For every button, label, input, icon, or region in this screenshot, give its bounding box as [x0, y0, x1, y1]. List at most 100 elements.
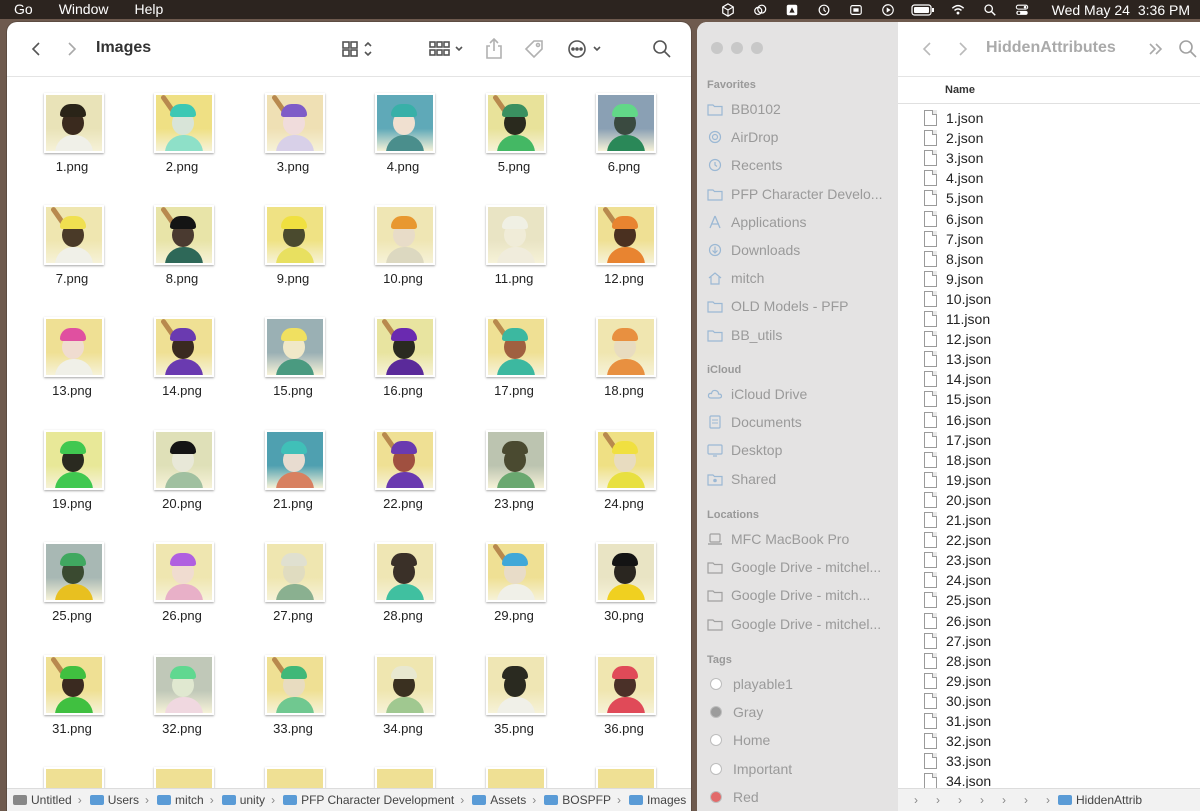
menu-go[interactable]: Go [0, 0, 45, 19]
list-item[interactable]: 34.json [924, 771, 991, 788]
file-tile[interactable]: 1.png [17, 77, 127, 189]
file-tile[interactable]: 20.png [127, 414, 237, 526]
file-tile[interactable]: 21.png [238, 414, 348, 526]
sidebar-item[interactable]: Important [707, 758, 892, 780]
list-item[interactable]: 4.json [924, 168, 983, 188]
path-crumb[interactable]: BOSPFP [538, 793, 611, 807]
list-item[interactable]: 33.json [924, 751, 991, 771]
menu-window[interactable]: Window [45, 0, 121, 19]
file-tile[interactable]: 30.png [569, 526, 679, 638]
list-item[interactable]: 3.json [924, 148, 983, 168]
column-header-name[interactable]: Name [898, 77, 1200, 104]
file-tile[interactable]: 23.png [459, 414, 569, 526]
path-crumb[interactable]: mitch [151, 793, 204, 807]
file-tile[interactable]: 9.png [238, 189, 348, 301]
list-item[interactable]: 12.json [924, 329, 991, 349]
play-icon[interactable] [878, 2, 898, 18]
file-tile[interactable]: 6.png [569, 77, 679, 189]
file-tile[interactable]: 28.png [348, 526, 458, 638]
sidebar-item[interactable]: Shared [707, 468, 892, 490]
file-tile[interactable]: 19.png [17, 414, 127, 526]
list-item[interactable]: 30.json [924, 691, 991, 711]
image-thumbnail-partial[interactable] [375, 767, 435, 789]
file-tile[interactable]: 33.png [238, 639, 348, 751]
menu-help[interactable]: Help [120, 0, 175, 19]
list-item[interactable]: 24.json [924, 570, 991, 590]
forward-arrow-icon[interactable] [954, 36, 972, 62]
file-tile[interactable]: 12.png [569, 189, 679, 301]
menu-bar-clock[interactable]: Wed May 24 3:36 PM [1048, 2, 1190, 18]
file-tile[interactable]: 14.png [127, 301, 237, 413]
file-tile[interactable]: 8.png [127, 189, 237, 301]
file-tile[interactable]: 5.png [459, 77, 569, 189]
list-item[interactable]: 31.json [924, 711, 991, 731]
image-thumbnail-partial[interactable] [596, 767, 656, 789]
sidebar-item[interactable]: Google Drive - mitchel... [707, 556, 892, 578]
more-actions-icon[interactable] [565, 36, 605, 62]
list-item[interactable]: 20.json [924, 490, 991, 510]
file-tile[interactable]: 15.png [238, 301, 348, 413]
image-thumbnail-partial[interactable] [154, 767, 214, 789]
sidebar-item[interactable]: Applications [707, 211, 892, 233]
view-grid-icon[interactable] [340, 36, 376, 62]
sidebar-item[interactable]: BB0102 [707, 98, 892, 120]
image-thumbnail-partial[interactable] [44, 767, 104, 789]
battery-icon[interactable] [910, 2, 936, 18]
list-item[interactable]: 18.json [924, 450, 991, 470]
file-tile[interactable]: 17.png [459, 301, 569, 413]
forward-arrow-icon[interactable] [63, 36, 81, 62]
toolbar-overflow-icon[interactable] [1148, 36, 1164, 62]
path-crumb[interactable]: Assets [466, 793, 526, 807]
file-tile[interactable]: 11.png [459, 189, 569, 301]
path-crumb[interactable]: Images [623, 793, 686, 807]
search-icon[interactable] [652, 36, 672, 62]
file-tile[interactable]: 18.png [569, 301, 679, 413]
file-tile[interactable]: 7.png [17, 189, 127, 301]
list-item[interactable]: 15.json [924, 389, 991, 409]
drive-icon[interactable] [782, 2, 802, 18]
path-crumb[interactable]: PFP Character Development [277, 793, 454, 807]
sidebar-item[interactable]: mitch [707, 267, 892, 289]
sidebar-item[interactable]: Recents [707, 154, 892, 176]
sidebar-item[interactable]: Gray [707, 701, 892, 723]
list-item[interactable]: 1.json [924, 108, 983, 128]
list-item[interactable]: 2.json [924, 128, 983, 148]
path-crumb[interactable]: HiddenAttrib [1052, 793, 1142, 807]
path-crumb[interactable]: Users [84, 793, 139, 807]
file-tile[interactable]: 3.png [238, 77, 348, 189]
list-item[interactable]: 32.json [924, 731, 991, 751]
list-item[interactable]: 17.json [924, 430, 991, 450]
sidebar-item[interactable]: playable1 [707, 673, 892, 695]
sidebar-item[interactable]: iCloud Drive [707, 383, 892, 405]
sidebar-item[interactable]: Google Drive - mitchel... [707, 613, 892, 635]
creative-cloud-icon[interactable] [750, 2, 770, 18]
search-icon[interactable] [1178, 36, 1198, 62]
list-item[interactable]: 19.json [924, 470, 991, 490]
list-item[interactable]: 11.json [924, 309, 990, 329]
sidebar-item[interactable]: AirDrop [707, 126, 892, 148]
list-item[interactable]: 21.json [924, 510, 991, 530]
wifi-icon[interactable] [948, 2, 968, 18]
tag-icon[interactable] [522, 36, 546, 62]
list-item[interactable]: 5.json [924, 188, 983, 208]
back-arrow-icon[interactable] [918, 36, 936, 62]
file-tile[interactable]: 27.png [238, 526, 348, 638]
back-arrow-icon[interactable] [27, 36, 45, 62]
file-tile[interactable]: 24.png [569, 414, 679, 526]
sidebar-item[interactable]: BB_utils [707, 324, 892, 346]
spotlight-search-icon[interactable] [980, 2, 1000, 18]
minimize-window-button[interactable] [731, 42, 743, 54]
file-tile[interactable]: 10.png [348, 189, 458, 301]
sidebar-item[interactable]: Red [707, 786, 892, 808]
sidebar-item[interactable]: Downloads [707, 239, 892, 261]
list-item[interactable]: 10.json [924, 289, 991, 309]
group-by-icon[interactable] [427, 36, 467, 62]
file-tile[interactable]: 32.png [127, 639, 237, 751]
sidebar-item[interactable]: Google Drive - mitch... [707, 584, 892, 606]
file-tile[interactable]: 13.png [17, 301, 127, 413]
list-item[interactable]: 9.json [924, 269, 983, 289]
file-tile[interactable]: 26.png [127, 526, 237, 638]
list-item[interactable]: 29.json [924, 671, 991, 691]
list-item[interactable]: 16.json [924, 410, 991, 430]
file-tile[interactable]: 4.png [348, 77, 458, 189]
